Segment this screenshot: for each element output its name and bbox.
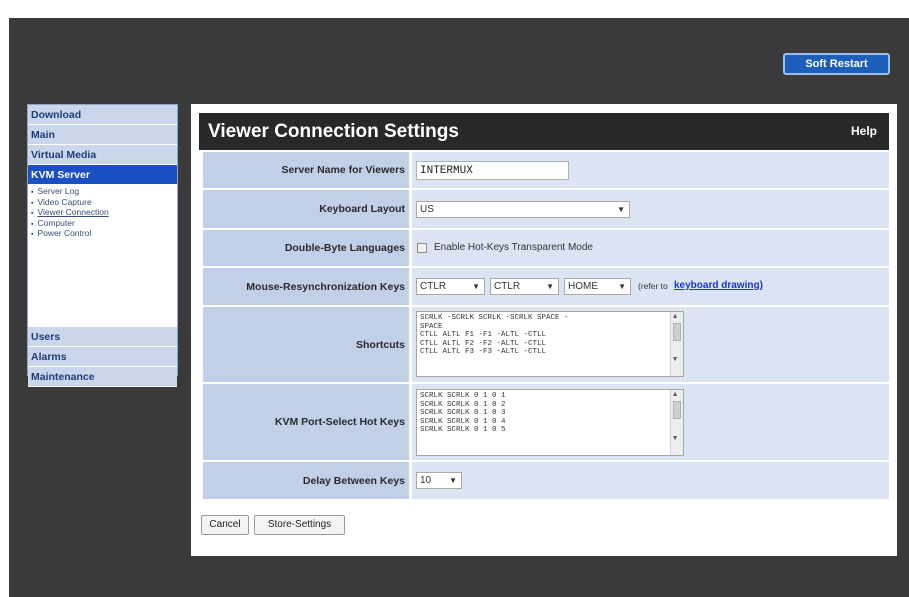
subitem-power-control-label: Power Control (37, 228, 92, 238)
keyboard-layout-cell: US ▼ (412, 190, 889, 228)
row-server-name: Server Name for Viewers (203, 152, 889, 188)
resync-key2-select[interactable]: CTLR ▼ (490, 278, 559, 295)
mouse-resync-label: Mouse-Resynchronization Keys (203, 268, 409, 305)
hotkey-line: SCRLK SCRLK 0 1 0 4 (420, 417, 506, 426)
server-name-cell (412, 152, 889, 188)
help-link[interactable]: Help (851, 124, 877, 138)
mouse-resync-cell: CTLR ▼ CTLR ▼ HOME ▼ (refer to keyboard … (412, 268, 889, 305)
subitem-power-control[interactable]: Power Control (31, 228, 177, 240)
sidebar-item-kvm-server[interactable]: KVM Server (28, 165, 177, 185)
resync-key2-value: CTLR (494, 281, 521, 292)
chevron-down-icon: ▼ (472, 282, 480, 291)
server-name-label: Server Name for Viewers (203, 152, 409, 188)
port-select-label: KVM Port-Select Hot Keys (203, 384, 409, 460)
shortcuts-scrollbar[interactable]: ▲ ▼ (670, 312, 683, 376)
shortcut-line: CTLL ALTL F2 -F2 -ALTL -CTLL (420, 339, 547, 348)
cancel-button[interactable]: Cancel (201, 515, 249, 535)
chevron-down-icon: ▼ (618, 282, 626, 291)
store-settings-button[interactable]: Store-Settings (254, 515, 345, 535)
row-mouse-resync: Mouse-Resynchronization Keys CTLR ▼ CTLR… (203, 268, 889, 305)
hotkeys-transparent-label: Enable Hot-Keys Transparent Mode (434, 242, 593, 253)
subitem-computer-label: Computer (37, 217, 75, 228)
scroll-thumb[interactable] (673, 323, 681, 341)
port-select-textarea[interactable]: SCRLK SCRLK 0 1 0 1 SCRLK SCRLK 0 1 0 2 … (416, 389, 684, 456)
keyboard-layout-select[interactable]: US ▼ (416, 201, 630, 218)
row-port-select: KVM Port-Select Hot Keys SCRLK SCRLK 0 1… (203, 384, 889, 460)
resync-key1-select[interactable]: CTLR ▼ (416, 278, 485, 295)
soft-restart-button[interactable]: Soft Restart (783, 53, 890, 75)
scroll-thumb[interactable] (673, 401, 681, 419)
title-bar: Viewer Connection Settings Help (199, 113, 889, 150)
chevron-down-icon: ▼ (617, 205, 625, 214)
chevron-down-icon: ▼ (449, 476, 457, 485)
shortcuts-label: Shortcuts (203, 307, 409, 382)
row-keyboard-layout: Keyboard Layout US ▼ (203, 190, 889, 228)
delay-label: Delay Between Keys (203, 462, 409, 499)
subitem-video-capture-label: Video Capture (37, 196, 92, 207)
shortcut-line: SCRLK -SCRLK SCRLK -SCRLK SPACE - (420, 314, 569, 322)
keyboard-drawing-note: (refer to (638, 281, 668, 291)
row-shortcuts: Shortcuts SCRLK -SCRLK SCRLK -SCRLK SPAC… (203, 307, 889, 382)
sidebar-item-users[interactable]: Users (28, 327, 177, 347)
delay-value: 10 (420, 475, 432, 486)
resync-key3-select[interactable]: HOME ▼ (564, 278, 631, 295)
sidebar-item-maintenance[interactable]: Maintenance (28, 367, 177, 387)
scroll-up-icon[interactable]: ▲ (673, 391, 677, 400)
page-title: Viewer Connection Settings (208, 121, 459, 142)
scroll-down-icon[interactable]: ▼ (673, 435, 677, 444)
double-byte-label: Double-Byte Languages (203, 230, 409, 266)
hotkey-line: SCRLK SCRLK 0 1 0 3 (420, 409, 506, 418)
sidebar-item-alarms[interactable]: Alarms (28, 347, 177, 367)
resync-key3-value: HOME (568, 281, 598, 292)
shortcut-line: CTLL ALTL F3 -F3 -ALTL -CTLL (420, 348, 547, 357)
sidebar-submenu: Server Log Video Capture Viewer Connecti… (28, 185, 177, 327)
sidebar-item-download[interactable]: Download (28, 105, 177, 125)
hotkey-line: SCRLK SCRLK 0 1 0 5 (420, 426, 506, 435)
scroll-down-icon[interactable]: ▼ (673, 356, 677, 365)
sidebar-item-virtual-media[interactable]: Virtual Media (28, 145, 177, 165)
row-double-byte: Double-Byte Languages Enable Hot-Keys Tr… (203, 230, 889, 266)
main-panel: Viewer Connection Settings Help Server N… (191, 104, 897, 556)
shortcuts-cell: SCRLK -SCRLK SCRLK -SCRLK SPACE - SPACE … (412, 307, 889, 382)
port-select-scrollbar[interactable]: ▲ ▼ (670, 390, 683, 455)
resync-key1-value: CTLR (420, 281, 447, 292)
shortcuts-textarea[interactable]: SCRLK -SCRLK SCRLK -SCRLK SPACE - SPACE … (416, 311, 684, 377)
hotkeys-transparent-checkbox[interactable] (417, 243, 427, 253)
subitem-viewer-connection-label: Viewer Connection (37, 207, 109, 217)
hotkey-line: SCRLK SCRLK 0 1 0 2 (420, 400, 506, 409)
server-name-input[interactable] (416, 161, 569, 180)
subitem-server-log-label: Server Log (37, 186, 80, 196)
keyboard-drawing-link[interactable]: keyboard drawing) (674, 280, 763, 291)
delay-select[interactable]: 10 ▼ (416, 472, 462, 489)
hotkey-line: SCRLK SCRLK 0 1 0 1 (420, 392, 506, 400)
row-delay: Delay Between Keys 10 ▼ (203, 462, 889, 499)
delay-cell: 10 ▼ (412, 462, 889, 499)
sidebar: Download Main Virtual Media KVM Server S… (27, 104, 178, 387)
shortcut-line: CTLL ALTL F1 -F1 -ALTL -CTLL (420, 331, 547, 340)
double-byte-cell: Enable Hot-Keys Transparent Mode (412, 230, 889, 266)
keyboard-layout-value: US (420, 204, 434, 215)
chevron-down-icon: ▼ (546, 282, 554, 291)
port-select-cell: SCRLK SCRLK 0 1 0 1 SCRLK SCRLK 0 1 0 2 … (412, 384, 889, 460)
scroll-up-icon[interactable]: ▲ (673, 313, 677, 322)
shortcut-line: SPACE (420, 322, 443, 331)
keyboard-layout-label: Keyboard Layout (203, 190, 409, 228)
sidebar-item-main[interactable]: Main (28, 125, 177, 145)
